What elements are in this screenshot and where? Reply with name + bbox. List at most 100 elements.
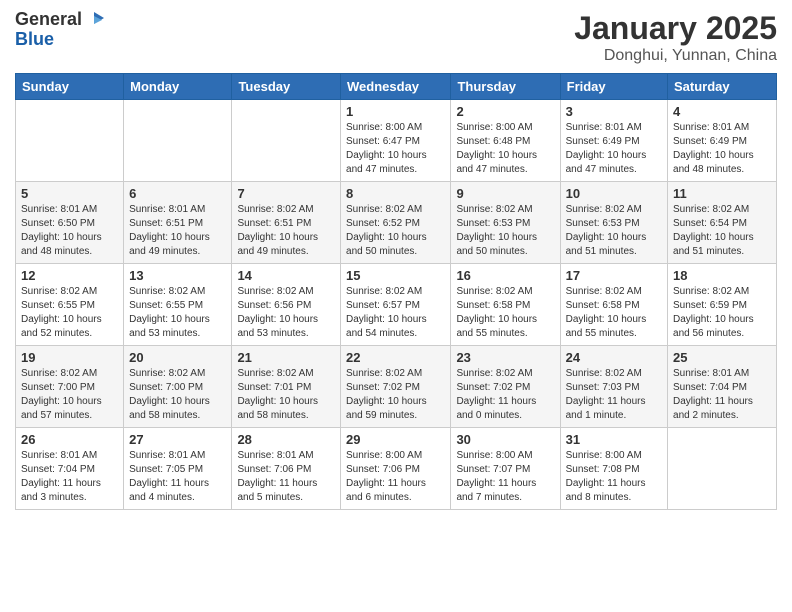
calendar-cell — [16, 100, 124, 182]
calendar-week-row: 1Sunrise: 8:00 AM Sunset: 6:47 PM Daylig… — [16, 100, 777, 182]
weekday-header-thursday: Thursday — [451, 74, 560, 100]
calendar-cell: 20Sunrise: 8:02 AM Sunset: 7:00 PM Dayli… — [124, 346, 232, 428]
day-number: 12 — [21, 268, 118, 283]
day-number: 25 — [673, 350, 771, 365]
day-number: 24 — [566, 350, 662, 365]
day-number: 4 — [673, 104, 771, 119]
day-info: Sunrise: 8:02 AM Sunset: 6:53 PM Dayligh… — [566, 203, 662, 259]
day-info: Sunrise: 8:02 AM Sunset: 6:53 PM Dayligh… — [456, 203, 554, 259]
logo-text: General Blue — [15, 10, 104, 50]
day-info: Sunrise: 8:00 AM Sunset: 7:08 PM Dayligh… — [566, 449, 662, 505]
calendar-cell: 12Sunrise: 8:02 AM Sunset: 6:55 PM Dayli… — [16, 264, 124, 346]
day-number: 31 — [566, 432, 662, 447]
calendar-cell: 16 Sunrise: 8:02 AM Sunset: 6:58 PM Dayli… — [451, 264, 560, 346]
day-number: 16 — [456, 268, 554, 283]
day-number: 23 — [456, 350, 554, 365]
day-number: 26 — [21, 432, 118, 447]
calendar-cell: 19 Sunrise: 8:02 AM Sunset: 7:00 PM Dayli… — [16, 346, 124, 428]
day-number: 28 — [237, 432, 335, 447]
day-info: Sunrise: 8:02 AM Sunset: 6:58 PM Dayligh… — [456, 285, 554, 341]
calendar-week-row: 5 Sunrise: 8:01 AM Sunset: 6:50 PM Daylig… — [16, 182, 777, 264]
calendar-cell: 30Sunrise: 8:00 AM Sunset: 7:07 PM Dayli… — [451, 428, 560, 510]
page-container: General Blue January 2025 Donghui, Yunna… — [0, 0, 792, 520]
calendar-week-row: 26 Sunrise: 8:01 AM Sunset: 7:04 PM Dayli… — [16, 428, 777, 510]
month-title: January 2025 — [574, 10, 777, 47]
calendar-cell: 24 Sunrise: 8:02 AM Sunset: 7:03 PM Dayli… — [560, 346, 667, 428]
day-info: Sunrise: 8:01 AM Sunset: 7:04 PM Dayligh… — [673, 367, 771, 423]
day-number: 11 — [673, 186, 771, 201]
day-info: Sunrise: 8:02 AM Sunset: 6:59 PM Dayligh… — [673, 285, 771, 341]
calendar-cell: 9 Sunrise: 8:02 AM Sunset: 6:53 PM Daylig… — [451, 182, 560, 264]
day-number: 22 — [346, 350, 445, 365]
day-number: 17 — [566, 268, 662, 283]
day-info: Sunrise: 8:01 AM Sunset: 7:06 PM Dayligh… — [237, 449, 335, 505]
day-info: Sunrise: 8:00 AM Sunset: 6:47 PM Dayligh… — [346, 121, 445, 177]
day-info: Sunrise: 8:00 AM Sunset: 7:07 PM Dayligh… — [456, 449, 554, 505]
header: General Blue January 2025 Donghui, Yunna… — [15, 10, 777, 65]
day-number: 19 — [21, 350, 118, 365]
weekday-header-wednesday: Wednesday — [341, 74, 451, 100]
calendar-cell: 26 Sunrise: 8:01 AM Sunset: 7:04 PM Dayli… — [16, 428, 124, 510]
day-info: Sunrise: 8:00 AM Sunset: 6:48 PM Dayligh… — [456, 121, 554, 177]
calendar-cell: 4 Sunrise: 8:01 AM Sunset: 6:49 PM Daylig… — [668, 100, 777, 182]
day-info: Sunrise: 8:01 AM Sunset: 7:04 PM Dayligh… — [21, 449, 118, 505]
logo-flag-icon — [84, 10, 104, 30]
calendar-week-row: 12 Sunrise: 8:02 AM Sunset: 6:55 PM Dayli… — [16, 264, 777, 346]
day-info: Sunrise: 8:02 AM Sunset: 6:52 PM Dayligh… — [346, 203, 445, 259]
weekday-header-sunday: Sunday — [16, 74, 124, 100]
day-number: 2 — [456, 104, 554, 119]
day-number: 21 — [237, 350, 335, 365]
day-number: 3 — [566, 104, 662, 119]
calendar-cell: 3 Sunrise: 8:01 AM Sunset: 6:49 PM Daylig… — [560, 100, 667, 182]
location: Donghui, Yunnan, China — [574, 47, 777, 65]
calendar-cell — [124, 100, 232, 182]
day-info: Sunrise: 8:01 AM Sunset: 6:49 PM Dayligh… — [566, 121, 662, 177]
weekday-header-monday: Monday — [124, 74, 232, 100]
day-info: Sunrise: 8:02 AM Sunset: 7:03 PM Dayligh… — [566, 367, 662, 423]
day-info: Sunrise: 8:01 AM Sunset: 6:49 PM Dayligh… — [673, 121, 771, 177]
day-info: Sunrise: 8:02 AM Sunset: 7:02 PM Dayligh… — [346, 367, 445, 423]
calendar-cell: 10 Sunrise: 8:02 AM Sunset: 6:53 PM Dayli… — [560, 182, 667, 264]
calendar-week-row: 19 Sunrise: 8:02 AM Sunset: 7:00 PM Dayli… — [16, 346, 777, 428]
day-number: 14 — [237, 268, 335, 283]
title-block: January 2025 Donghui, Yunnan, China — [574, 10, 777, 65]
day-number: 6 — [129, 186, 226, 201]
weekday-header-tuesday: Tuesday — [232, 74, 341, 100]
calendar-cell: 21Sunrise: 8:02 AM Sunset: 7:01 PM Dayli… — [232, 346, 341, 428]
calendar-cell: 2 Sunrise: 8:00 AM Sunset: 6:48 PM Daylig… — [451, 100, 560, 182]
day-info: Sunrise: 8:02 AM Sunset: 7:02 PM Dayligh… — [456, 367, 554, 423]
day-info: Sunrise: 8:02 AM Sunset: 7:00 PM Dayligh… — [21, 367, 118, 423]
calendar-cell: 23 Sunrise: 8:02 AM Sunset: 7:02 PM Dayli… — [451, 346, 560, 428]
calendar-cell: 27 Sunrise: 8:01 AM Sunset: 7:05 PM Dayli… — [124, 428, 232, 510]
calendar-cell: 14Sunrise: 8:02 AM Sunset: 6:56 PM Dayli… — [232, 264, 341, 346]
calendar-table: SundayMondayTuesdayWednesdayThursdayFrid… — [15, 73, 777, 510]
day-info: Sunrise: 8:02 AM Sunset: 6:55 PM Dayligh… — [129, 285, 226, 341]
calendar-cell: 15 Sunrise: 8:02 AM Sunset: 6:57 PM Dayli… — [341, 264, 451, 346]
calendar-cell: 11 Sunrise: 8:02 AM Sunset: 6:54 PM Dayli… — [668, 182, 777, 264]
day-number: 29 — [346, 432, 445, 447]
calendar-cell: 22 Sunrise: 8:02 AM Sunset: 7:02 PM Dayli… — [341, 346, 451, 428]
calendar-cell: 1Sunrise: 8:00 AM Sunset: 6:47 PM Daylig… — [341, 100, 451, 182]
weekday-header-friday: Friday — [560, 74, 667, 100]
calendar-cell — [232, 100, 341, 182]
calendar-cell: 6Sunrise: 8:01 AM Sunset: 6:51 PM Daylig… — [124, 182, 232, 264]
day-number: 7 — [237, 186, 335, 201]
calendar-cell: 18Sunrise: 8:02 AM Sunset: 6:59 PM Dayli… — [668, 264, 777, 346]
day-number: 10 — [566, 186, 662, 201]
day-info: Sunrise: 8:01 AM Sunset: 7:05 PM Dayligh… — [129, 449, 226, 505]
day-info: Sunrise: 8:01 AM Sunset: 6:50 PM Dayligh… — [21, 203, 118, 259]
day-number: 5 — [21, 186, 118, 201]
day-number: 9 — [456, 186, 554, 201]
logo-general: General — [15, 10, 82, 30]
day-info: Sunrise: 8:02 AM Sunset: 6:54 PM Dayligh… — [673, 203, 771, 259]
day-number: 27 — [129, 432, 226, 447]
weekday-header-row: SundayMondayTuesdayWednesdayThursdayFrid… — [16, 74, 777, 100]
calendar-cell — [668, 428, 777, 510]
calendar-cell: 5 Sunrise: 8:01 AM Sunset: 6:50 PM Daylig… — [16, 182, 124, 264]
day-info: Sunrise: 8:02 AM Sunset: 6:57 PM Dayligh… — [346, 285, 445, 341]
calendar-cell: 8Sunrise: 8:02 AM Sunset: 6:52 PM Daylig… — [341, 182, 451, 264]
day-info: Sunrise: 8:02 AM Sunset: 6:51 PM Dayligh… — [237, 203, 335, 259]
day-number: 20 — [129, 350, 226, 365]
day-number: 15 — [346, 268, 445, 283]
calendar-cell: 7 Sunrise: 8:02 AM Sunset: 6:51 PM Daylig… — [232, 182, 341, 264]
